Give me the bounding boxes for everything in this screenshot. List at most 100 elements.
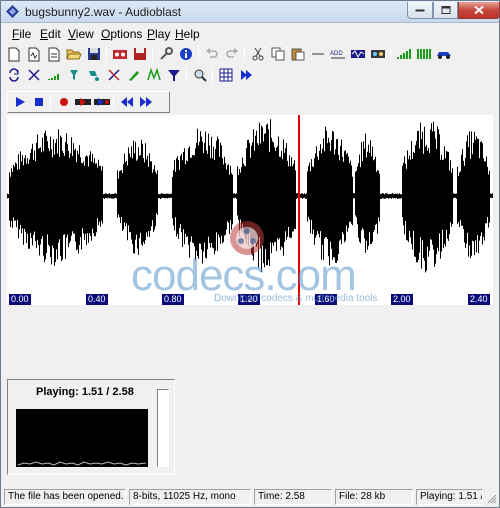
pen-button[interactable] xyxy=(125,67,142,84)
status-playing: Playing: 1.51 / xyxy=(416,489,483,505)
reverse-button[interactable] xyxy=(25,67,42,84)
tools-button[interactable] xyxy=(157,46,174,63)
funnel-button[interactable] xyxy=(165,67,182,84)
status-message: The file has been opened. xyxy=(4,489,126,505)
add-icon: ADD xyxy=(330,51,345,59)
minimize-button[interactable] xyxy=(407,2,433,19)
save-red-icon xyxy=(133,48,146,60)
resize-grip-icon[interactable] xyxy=(486,493,497,504)
fade-out-button[interactable] xyxy=(45,67,62,84)
toolbar-separator xyxy=(390,46,391,62)
zoom-button[interactable] xyxy=(191,67,208,84)
car-button[interactable] xyxy=(435,46,452,63)
menu-options[interactable]: Options xyxy=(101,27,142,41)
effect-button[interactable] xyxy=(349,46,366,63)
stop-button[interactable] xyxy=(30,94,48,111)
folder-open-icon xyxy=(65,49,82,60)
scissors-icon xyxy=(252,47,263,61)
playing-position-label: Playing: 1.51 / 2.58 xyxy=(36,386,134,398)
fade-out-icon xyxy=(47,74,59,80)
toolbar-separator xyxy=(244,46,245,62)
new-wave-button[interactable] xyxy=(25,46,42,63)
play-button[interactable] xyxy=(11,94,29,111)
time-tick: 2.00 xyxy=(391,294,413,305)
menu-help[interactable]: Help xyxy=(175,27,200,41)
time-tick: 0.40 xyxy=(86,294,108,305)
status-bar: The file has been opened. 8-bits, 11025 … xyxy=(1,487,499,507)
toolbar-separator xyxy=(113,94,114,110)
undo-icon xyxy=(205,48,218,58)
add-button[interactable]: ADD xyxy=(329,46,346,63)
wave-m-button[interactable] xyxy=(145,67,162,84)
main-toolbar: ADD xyxy=(5,43,455,65)
new-file-button[interactable] xyxy=(5,46,22,63)
time-ruler: 0.00 0.40 0.80 1.20 1.60 2.00 2.40 xyxy=(7,293,493,305)
pitch-icon xyxy=(107,69,120,81)
car-icon xyxy=(436,52,451,59)
copy-button[interactable] xyxy=(269,46,286,63)
toolbar-separator xyxy=(50,94,51,110)
copy-icon xyxy=(271,47,284,61)
filter-button[interactable] xyxy=(65,67,82,84)
save-as-button[interactable] xyxy=(131,46,148,63)
new-doc-button[interactable] xyxy=(45,46,62,63)
paste-icon xyxy=(291,48,304,61)
window-title: bugsbunny2.wav - Audioblast xyxy=(25,5,182,19)
info-button[interactable] xyxy=(177,46,194,63)
close-button[interactable] xyxy=(458,2,500,19)
record-dot-button[interactable] xyxy=(55,94,73,111)
time-tick: 1.60 xyxy=(315,294,337,305)
filter-icon xyxy=(69,70,78,80)
waveform-view[interactable]: 0.00 0.40 0.80 1.20 1.60 2.00 2.40 xyxy=(7,115,493,305)
silence-button[interactable] xyxy=(309,46,326,63)
loop-button[interactable] xyxy=(5,67,22,84)
record-icon xyxy=(60,98,68,106)
playhead-cursor[interactable] xyxy=(298,115,300,305)
title-bar[interactable]: bugsbunny2.wav - Audioblast xyxy=(1,1,500,23)
maximize-button[interactable] xyxy=(433,2,458,19)
save-button[interactable] xyxy=(85,46,102,63)
waveform-graph[interactable] xyxy=(7,115,493,293)
amplify-button[interactable] xyxy=(415,46,432,63)
close-icon xyxy=(474,5,484,15)
play-selection-button[interactable] xyxy=(74,94,92,111)
menu-view[interactable]: View xyxy=(68,27,94,41)
menu-edit[interactable]: Edit xyxy=(40,27,61,41)
menu-file[interactable]: File xyxy=(12,27,31,41)
record-button[interactable] xyxy=(111,46,128,63)
toolbar-separator xyxy=(152,46,153,62)
amplify-icon xyxy=(416,49,431,59)
mix-button[interactable] xyxy=(369,46,386,63)
loop-play-button[interactable] xyxy=(93,94,111,111)
new-wave-icon xyxy=(28,47,39,61)
minimize-icon xyxy=(415,9,425,12)
redo-button[interactable] xyxy=(223,46,240,63)
info-icon xyxy=(179,48,192,60)
wrench-icon xyxy=(159,47,173,60)
loop-icon xyxy=(8,68,19,82)
rewind-button[interactable] xyxy=(118,94,136,111)
undo-button[interactable] xyxy=(203,46,220,63)
effect-icon xyxy=(350,50,365,59)
tape-icon xyxy=(112,50,127,59)
maximize-icon xyxy=(441,6,450,14)
next-marker-button[interactable] xyxy=(237,67,254,84)
toolbar-separator xyxy=(198,46,199,62)
menu-play[interactable]: Play xyxy=(147,27,170,41)
pitch-button[interactable] xyxy=(105,67,122,84)
funnel-icon xyxy=(167,70,180,81)
echo-icon xyxy=(88,71,99,81)
fade-in-button[interactable] xyxy=(395,46,412,63)
open-button[interactable] xyxy=(65,46,82,63)
spectrum-display xyxy=(16,409,148,467)
grid-button[interactable] xyxy=(217,67,234,84)
cut-button[interactable] xyxy=(249,46,266,63)
paste-button[interactable] xyxy=(289,46,306,63)
echo-button[interactable] xyxy=(85,67,102,84)
floppy-icon xyxy=(87,48,100,60)
fade-in-icon xyxy=(396,49,411,59)
fast-forward-button[interactable] xyxy=(137,94,155,111)
effects-toolbar xyxy=(5,64,257,86)
stop-icon xyxy=(35,98,43,106)
toolbar-separator xyxy=(212,67,213,83)
